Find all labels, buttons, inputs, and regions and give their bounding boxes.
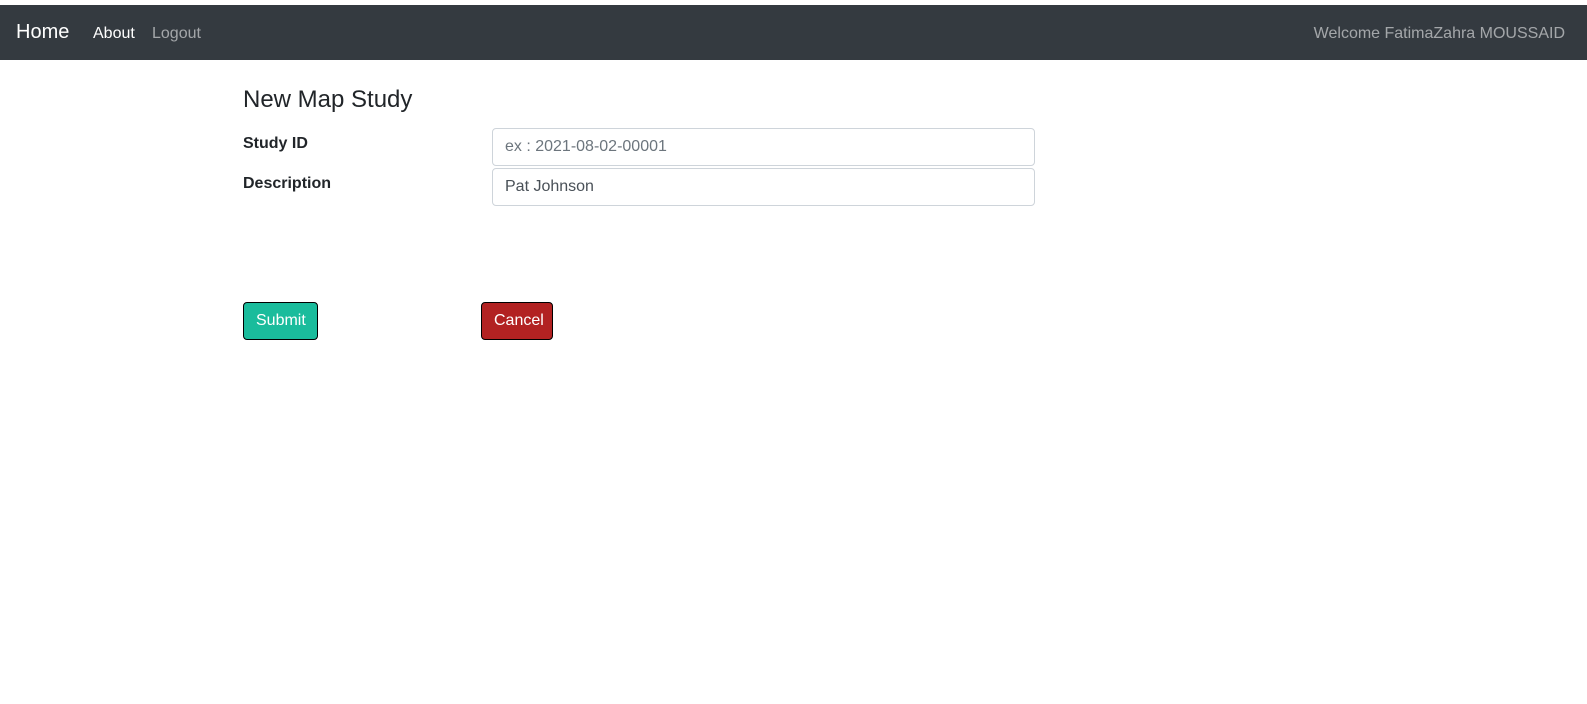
- submit-button[interactable]: Submit: [243, 302, 318, 340]
- navbar: Home About Logout Welcome FatimaZahra MO…: [0, 5, 1587, 60]
- description-label: Description: [243, 175, 332, 192]
- description-input[interactable]: [492, 168, 1035, 206]
- study-id-label: Study ID: [243, 135, 308, 152]
- logout-link[interactable]: Logout: [152, 25, 201, 43]
- study-id-input[interactable]: [492, 128, 1035, 166]
- about-link[interactable]: About: [93, 25, 135, 43]
- cancel-button[interactable]: Cancel: [481, 302, 553, 340]
- page-title: New Map Study: [243, 86, 413, 113]
- welcome-text: Welcome FatimaZahra MOUSSAID: [1313, 25, 1565, 42]
- home-link[interactable]: Home: [16, 21, 69, 44]
